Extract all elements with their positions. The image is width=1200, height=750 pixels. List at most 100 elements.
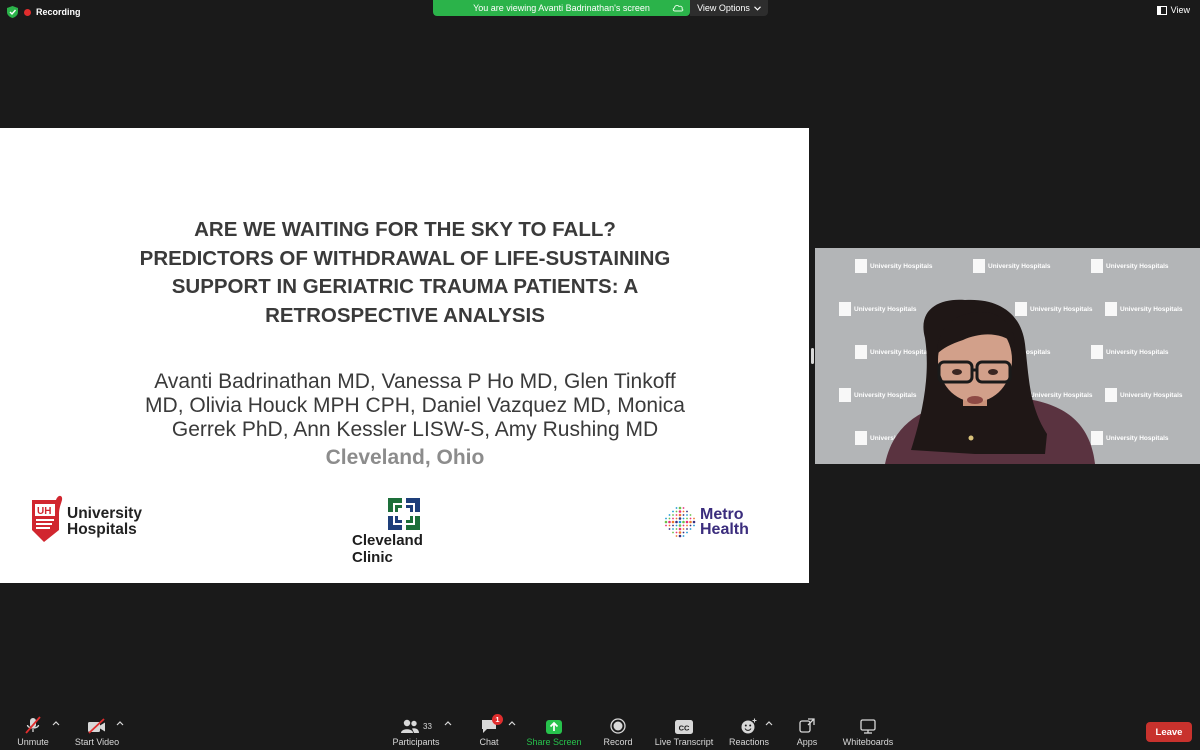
metrohealth-dot [668,520,671,524]
chat-label: Chat [479,737,499,747]
top-bar: Recording You are viewing Avanti Badrina… [0,0,1200,24]
record-button[interactable]: Record [598,712,638,750]
participants-count: 33 [423,722,432,731]
whiteboard-icon [860,719,876,734]
start-video-label: Start Video [74,737,120,747]
participants-options-caret-icon[interactable] [444,720,452,726]
svg-text:UH: UH [37,506,51,517]
security-shield-icon[interactable] [7,6,18,18]
leave-meeting-button[interactable]: Leave [1146,722,1192,742]
metrohealth-dot [668,514,671,516]
metrohealth-dot [675,517,678,520]
metrohealth-dot [665,524,667,527]
participants-icon [401,719,420,733]
metrohealth-dot [672,514,674,516]
metrohealth-dot [689,528,692,530]
metrohealth-dot [693,517,695,520]
metrohealth-dot [678,510,682,513]
microphone-muted-icon [25,716,41,734]
metrohealth-dot [672,528,674,530]
meeting-toolbar: Unmute Start Video 33 Participants Chat … [0,712,1200,750]
slide-title-line: PREDICTORS OF WITHDRAWAL OF LIFE-SUSTAIN… [139,246,671,270]
reactions-button[interactable]: Reactions [726,712,772,750]
view-button[interactable]: View [1156,5,1190,15]
participants-button[interactable]: 33 Participants [388,712,444,750]
recording-dot-icon [24,8,31,16]
metrohealth-dot [664,520,668,524]
apps-button[interactable]: Apps [790,712,824,750]
metrohealth-dot [675,524,678,527]
share-screen-arrow-icon [546,720,562,734]
metrohealth-dot [672,517,674,520]
record-icon [610,718,626,734]
metrohealth-dot [671,520,675,524]
university-hospitals-text: University Hospitals [67,506,142,538]
view-options-button[interactable]: View Options [690,0,768,16]
metrohealth-dot [675,510,678,513]
recording-label: Recording [36,7,81,17]
share-screen-button[interactable]: Share Screen [524,712,584,750]
svg-text:University Hospitals: University Hospitals [1106,263,1169,270]
metrohealth-dot [675,514,678,516]
svg-text:University Hospitals: University Hospitals [1106,349,1169,356]
metrohealth-dot [678,517,682,520]
video-options-caret-icon[interactable] [116,720,124,726]
chat-unread-badge: 1 [492,714,503,725]
slide-author-line: Avanti Badrinathan MD, Vanessa P Ho MD, … [154,370,676,393]
reactions-options-caret-icon[interactable] [765,720,773,726]
svg-text:University Hospitals: University Hospitals [870,349,933,356]
unmute-button[interactable]: Unmute [14,712,52,750]
metrohealth-dot [675,520,678,524]
live-transcript-button[interactable]: CC Live Transcript [650,712,718,750]
metrohealth-dot [682,510,685,513]
view-splitter-handle[interactable] [811,348,814,364]
apps-icon [799,718,815,733]
smiley-face-icon [741,718,757,734]
mh-line-2: Health [700,521,749,538]
participant-video[interactable]: University Hospitals University Hospitals… [815,248,1200,464]
live-transcript-label: Live Transcript [654,737,714,747]
svg-text:University Hospitals: University Hospitals [1106,435,1169,442]
chat-options-caret-icon[interactable] [508,720,516,726]
video-frame: University Hospitals University Hospitals… [815,248,1200,464]
slide-title-line: SUPPORT IN GERIATRIC TRAUMA PATIENTS: A [171,275,639,298]
metrohealth-dot [675,507,678,509]
metrohealth-dot [668,524,671,527]
metrohealth-dot [692,520,696,524]
slide-author-line: Gerrek PhD, Ann Kessler LISW-S, Amy Rush… [171,418,659,441]
whiteboards-button[interactable]: Whiteboards [838,712,898,750]
cleveland-clinic-text: Cleveland Clinic [352,532,423,566]
metrohealth-dot [682,524,685,527]
university-hospitals-mark-icon: UH [32,495,63,542]
chevron-down-icon [754,5,761,11]
metrohealth-dot [682,507,685,509]
metrohealth-dot [682,514,685,516]
metrohealth-dot [686,510,688,513]
cleveland-clinic-logo: Cleveland Clinic [348,498,463,566]
svg-text:University Hospitals: University Hospitals [854,392,917,399]
uh-line-2: Hospitals [67,521,137,538]
recording-indicator[interactable]: Recording [24,4,81,20]
slide-title-line: RETROSPECTIVE ANALYSIS [265,303,545,327]
metrohealth-dot [682,535,685,537]
metrohealth-dot [675,531,678,534]
audio-options-caret-icon[interactable] [52,720,60,726]
metrohealth-logo: Metro Health [664,506,764,540]
uh-line-1: University [67,505,142,522]
cloud-icon [672,4,684,12]
start-video-button[interactable]: Start Video [70,712,124,750]
metrohealth-dot [678,513,682,517]
metrohealth-dot [678,524,682,527]
metrohealth-dot [678,527,682,531]
metrohealth-dot [682,531,685,534]
metrohealth-dot [686,517,688,520]
metrohealth-dot [682,517,685,520]
svg-text:University Hospitals: University Hospitals [988,263,1051,270]
metrohealth-dot [678,520,682,524]
metrohealth-dot [678,531,682,534]
metrohealth-dot [689,514,692,516]
shared-screen-slide: ARE WE WAITING FOR THE SKY TO FALL? PRED… [0,128,809,583]
mh-line-1: Metro [700,506,744,523]
metrohealth-dot [689,524,692,527]
banner-text: You are viewing Avanti Badrinathan's scr… [473,3,650,13]
